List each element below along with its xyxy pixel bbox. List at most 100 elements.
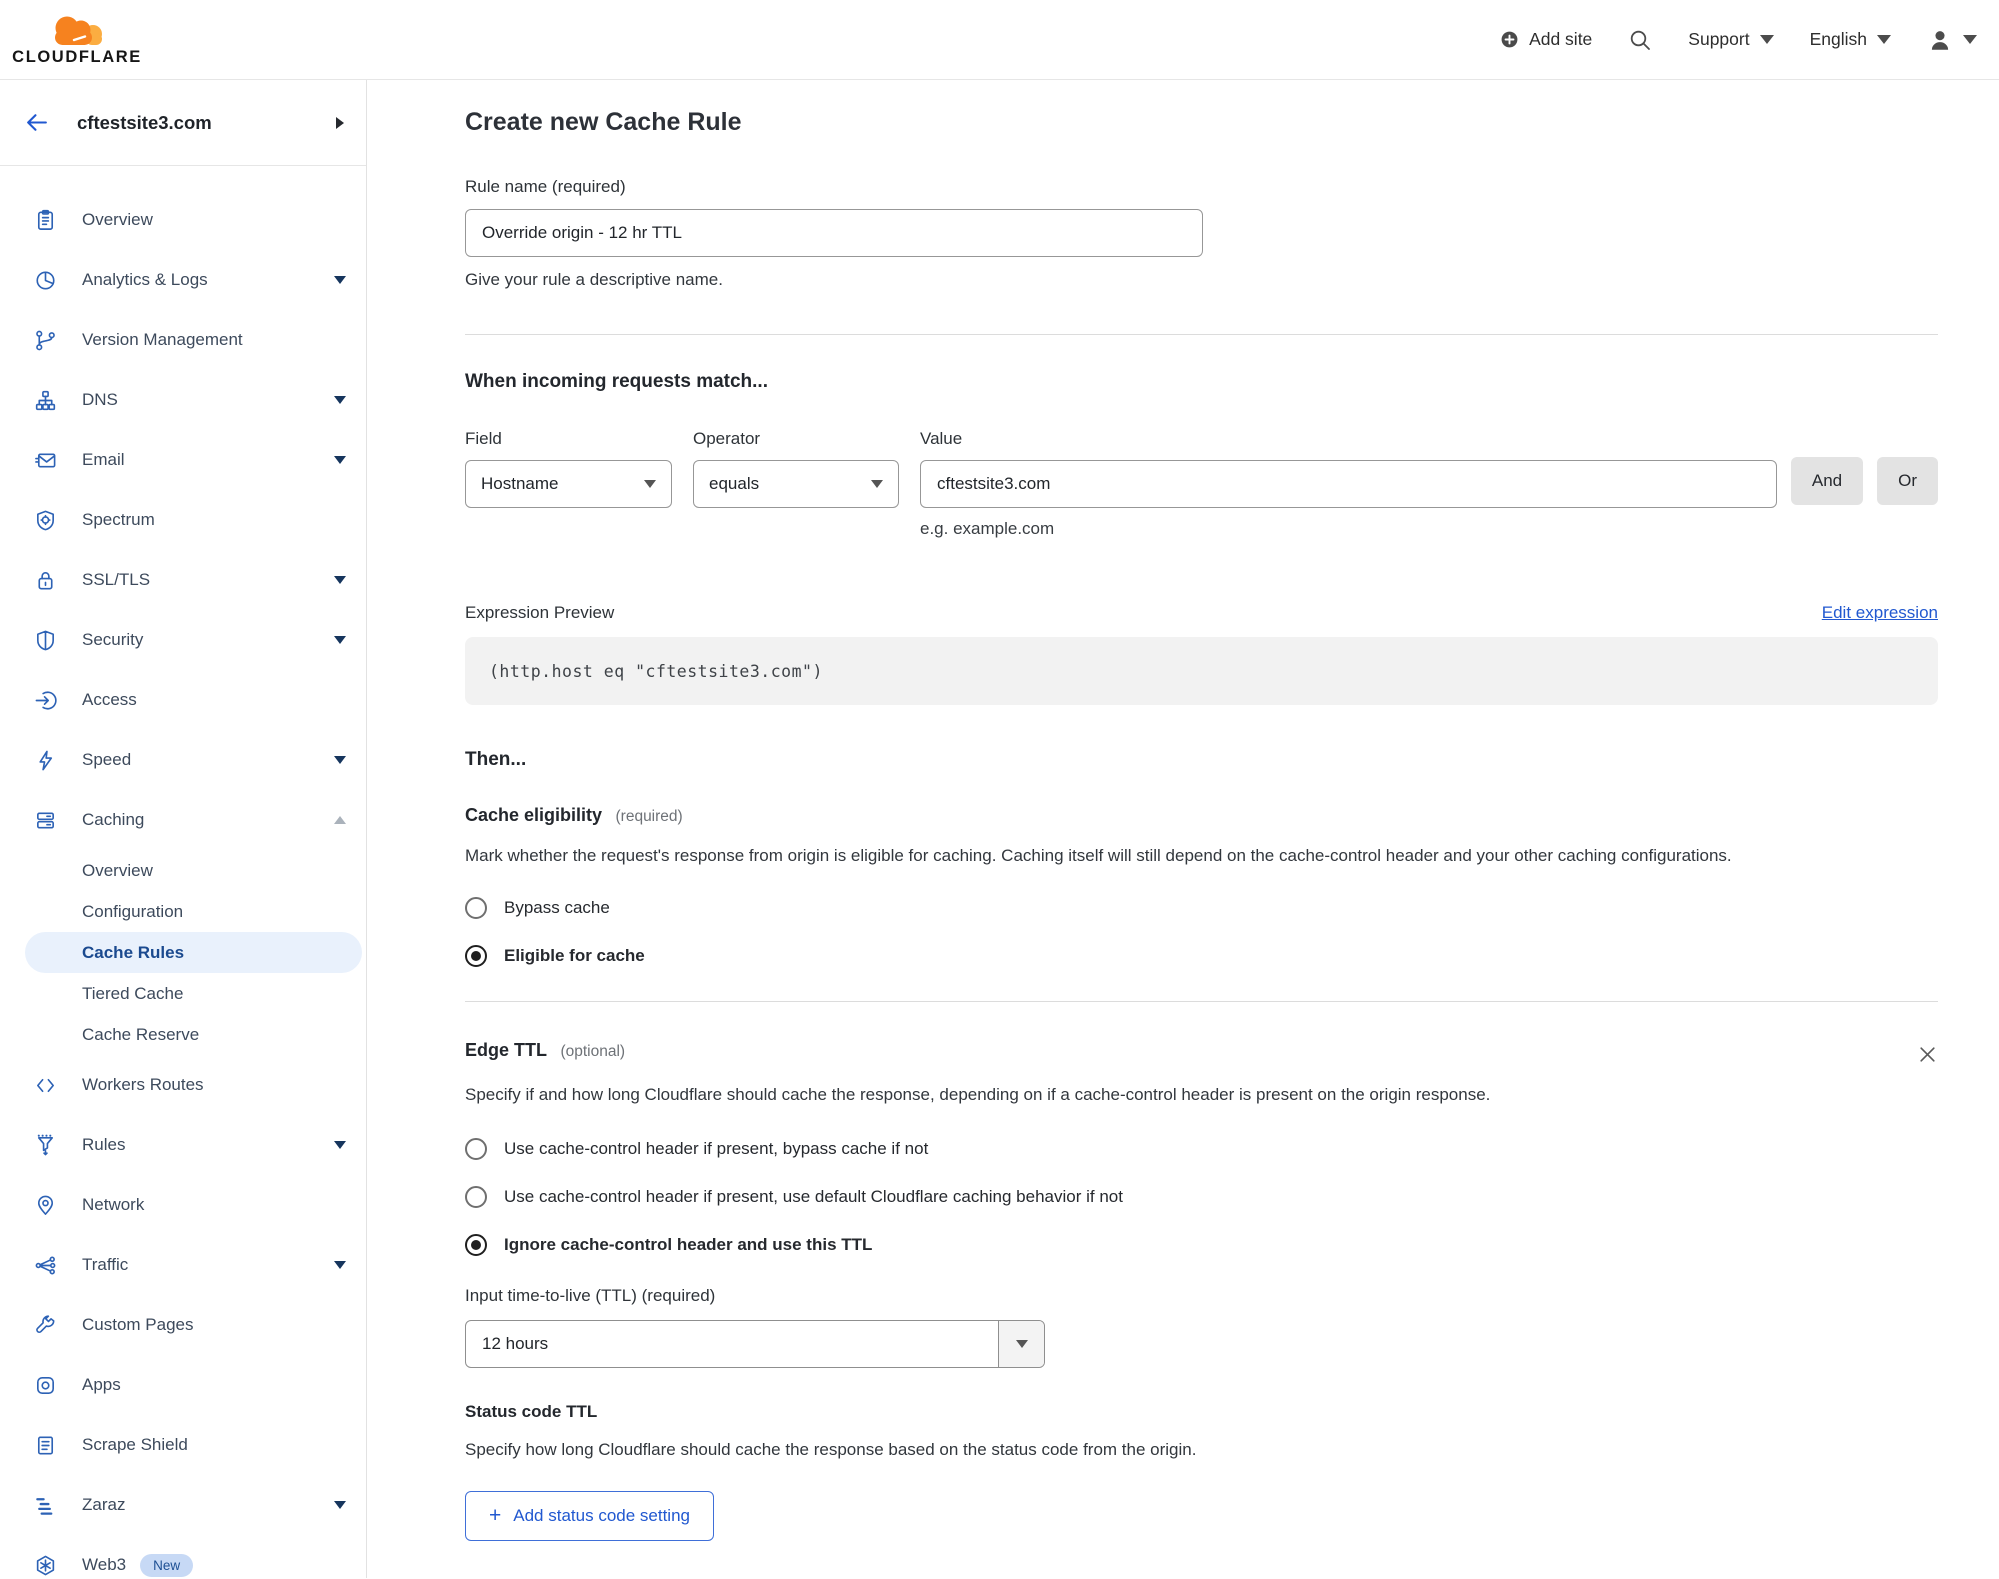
site-switcher-chevron-icon[interactable]: [336, 116, 344, 129]
sidebar-subitem-label: Cache Rules: [82, 942, 185, 962]
sidebar-nav: Overview Analytics & Logs Version Manage…: [0, 166, 366, 1579]
sidebar-item-rules[interactable]: Rules: [0, 1115, 366, 1175]
radio-selected-icon: [465, 945, 487, 967]
chevron-up-icon: [334, 816, 346, 824]
back-arrow-icon[interactable]: [24, 110, 49, 135]
sidebar-item-label: DNS: [82, 390, 118, 409]
ttl-select[interactable]: 12 hours: [465, 1320, 1045, 1368]
chevron-down-icon: [334, 576, 346, 584]
rule-name-label: Rule name (required): [465, 177, 626, 196]
sidebar-item-dns[interactable]: DNS: [0, 370, 366, 430]
sidebar-item-speed[interactable]: Speed: [0, 730, 366, 790]
sidebar-item-custom-pages[interactable]: Custom Pages: [0, 1295, 366, 1355]
status-code-ttl-heading: Status code TTL: [465, 1402, 598, 1421]
radio-label: Eligible for cache: [504, 946, 645, 965]
sidebar-item-label: Apps: [82, 1375, 121, 1394]
chevron-down-icon: [334, 396, 346, 404]
radio-label: Use cache-control header if present, use…: [504, 1187, 1123, 1206]
user-icon: [1931, 30, 1949, 50]
value-hint: e.g. example.com: [920, 519, 1055, 538]
radio-use-header-default[interactable]: Use cache-control header if present, use…: [465, 1186, 1938, 1208]
top-navigation: Add site Support English: [1500, 27, 1977, 53]
edge-ttl-heading: Edge TTL: [465, 1040, 547, 1060]
sidebar-item-web3[interactable]: Web3 New: [0, 1535, 366, 1579]
access-icon: [35, 690, 57, 710]
network-icon: [37, 1195, 53, 1215]
sidebar-subitem-label: Configuration: [82, 901, 184, 921]
web3-icon: [36, 1555, 54, 1575]
close-icon[interactable]: [1917, 1044, 1938, 1065]
sidebar-item-label: Workers Routes: [82, 1075, 204, 1094]
field-select[interactable]: Hostname: [465, 460, 672, 508]
radio-use-header-bypass[interactable]: Use cache-control header if present, byp…: [465, 1138, 1938, 1160]
radio-ignore-header-use-ttl[interactable]: Ignore cache-control header and use this…: [465, 1234, 1938, 1256]
edge-ttl-description: Specify if and how long Cloudflare shoul…: [465, 1085, 1491, 1104]
sidebar-item-caching[interactable]: Caching: [0, 790, 366, 850]
sidebar-item-access[interactable]: Access: [0, 670, 366, 730]
sidebar-item-network[interactable]: Network: [0, 1175, 366, 1235]
sidebar-item-email[interactable]: Email: [0, 430, 366, 490]
sidebar-item-traffic[interactable]: Traffic: [0, 1235, 366, 1295]
sidebar-item-label: Traffic: [82, 1255, 129, 1274]
traffic-icon: [35, 1256, 55, 1274]
sidebar-item-label: Access: [82, 690, 137, 709]
sidebar-item-overview[interactable]: Overview: [0, 190, 366, 250]
sidebar-item-scrape-shield[interactable]: Scrape Shield: [0, 1415, 366, 1475]
add-status-code-button[interactable]: + Add status code setting: [465, 1491, 714, 1541]
sidebar-item-label: Spectrum: [82, 510, 155, 529]
sidebar-subitem-configuration[interactable]: Configuration: [0, 891, 366, 932]
chevron-down-icon: [1759, 35, 1774, 44]
then-heading: Then...: [465, 749, 527, 770]
sidebar-item-version-management[interactable]: Version Management: [0, 310, 366, 370]
top-bar: CLOUDFLARE Add site Support English: [0, 0, 1999, 80]
sidebar-item-spectrum[interactable]: Spectrum: [0, 490, 366, 550]
ttl-select-arrow-button[interactable]: [998, 1321, 1044, 1367]
sidebar-item-workers-routes[interactable]: Workers Routes: [0, 1055, 366, 1115]
radio-icon: [465, 897, 487, 919]
add-site-button[interactable]: Add site: [1500, 29, 1592, 50]
rule-name-help: Give your rule a descriptive name.: [465, 270, 723, 289]
support-label: Support: [1688, 29, 1750, 49]
spectrum-icon: [36, 510, 54, 530]
radio-label: Use cache-control header if present, byp…: [504, 1139, 929, 1158]
radio-icon: [465, 1138, 487, 1160]
value-label: Value: [920, 429, 963, 448]
language-menu[interactable]: English: [1810, 29, 1891, 50]
or-button[interactable]: Or: [1877, 457, 1938, 505]
sidebar-item-analytics-logs[interactable]: Analytics & Logs: [0, 250, 366, 310]
sidebar-item-ssl-tls[interactable]: SSL/TLS: [0, 550, 366, 610]
radio-bypass-cache[interactable]: Bypass cache: [465, 897, 1938, 919]
select-arrow-icon: [1015, 1340, 1028, 1348]
account-menu[interactable]: [1927, 27, 1977, 53]
ttl-select-value: 12 hours: [482, 1334, 549, 1353]
expression-preview-code: (http.host eq "cftestsite3.com"): [465, 637, 1938, 705]
search-icon[interactable]: [1628, 28, 1652, 52]
main-content: Create new Cache Rule Rule name (require…: [367, 80, 1999, 1578]
sidebar-subitem-label: Tiered Cache: [82, 983, 184, 1003]
value-input[interactable]: [920, 460, 1777, 508]
sidebar-item-zaraz[interactable]: Zaraz: [0, 1475, 366, 1535]
sidebar-item-label: Network: [82, 1195, 145, 1214]
sidebar-item-security[interactable]: Security: [0, 610, 366, 670]
edit-expression-link[interactable]: Edit expression: [1822, 603, 1938, 623]
operator-select[interactable]: equals: [693, 460, 899, 508]
sidebar-item-apps[interactable]: Apps: [0, 1355, 366, 1415]
sidebar-subitem-cache-reserve[interactable]: Cache Reserve: [0, 1014, 366, 1055]
site-header: cftestsite3.com: [0, 80, 366, 166]
caching-icon: [36, 811, 54, 829]
page-title: Create new Cache Rule: [465, 108, 742, 136]
radio-label: Ignore cache-control header and use this…: [504, 1235, 873, 1254]
support-menu[interactable]: Support: [1688, 29, 1774, 50]
rule-name-input[interactable]: [465, 209, 1203, 257]
select-arrow-icon: [871, 480, 883, 488]
sidebar-subitem-cache-rules[interactable]: Cache Rules: [25, 932, 362, 973]
sidebar-subitem-tiered-cache[interactable]: Tiered Cache: [0, 973, 366, 1014]
radio-eligible-for-cache[interactable]: Eligible for cache: [465, 945, 1938, 967]
plus-circle-icon: [1501, 31, 1518, 48]
sidebar-subitem-caching-overview[interactable]: Overview: [0, 850, 366, 891]
sidebar-item-label: Security: [82, 630, 144, 649]
sidebar-item-label: Zaraz: [82, 1495, 126, 1514]
version-management-icon: [35, 330, 55, 350]
and-button[interactable]: And: [1790, 457, 1864, 505]
select-arrow-icon: [644, 480, 656, 488]
